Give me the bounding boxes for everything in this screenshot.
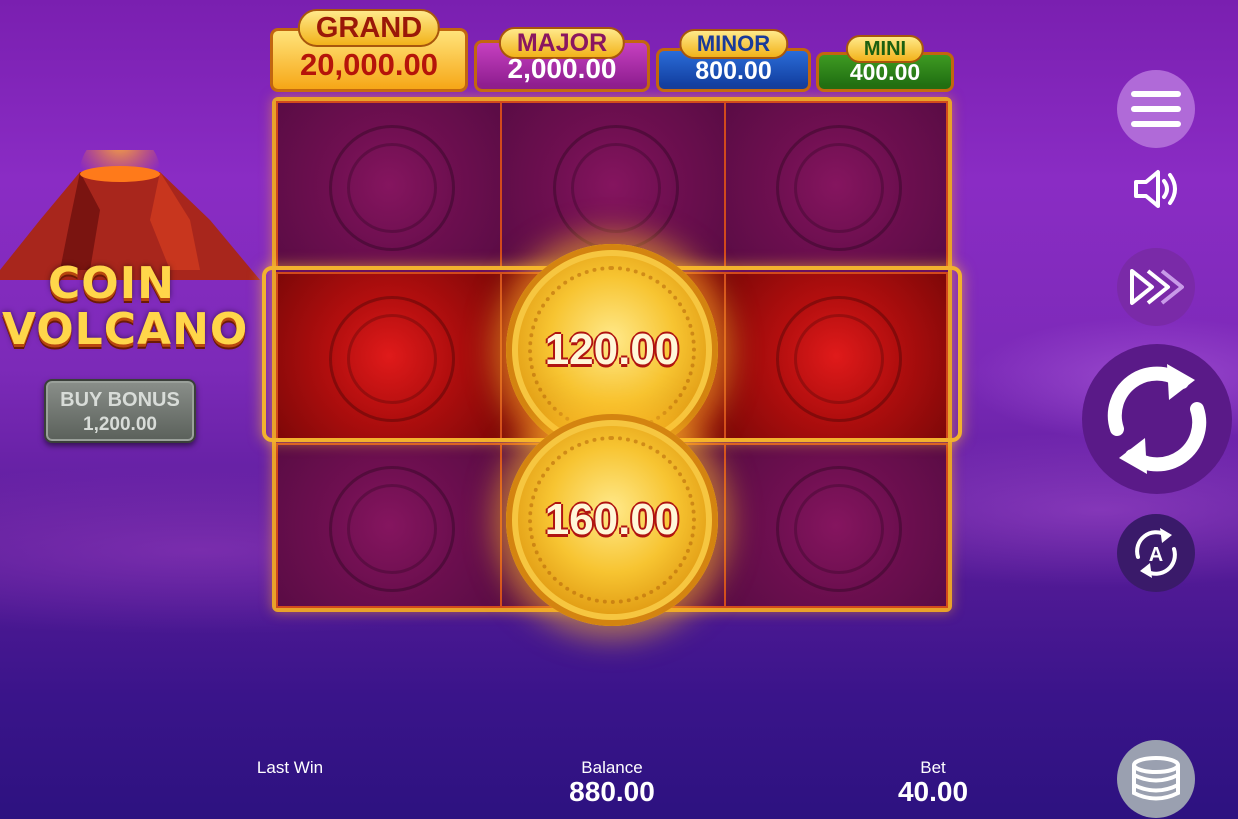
bet-display[interactable]: Bet 40.00: [880, 758, 986, 808]
spin-button[interactable]: [1082, 344, 1232, 494]
reel-cell: [276, 443, 502, 608]
turbo-button[interactable]: [1117, 248, 1195, 326]
balance-value: 880.00: [569, 776, 655, 807]
fast-forward-icon: [1130, 269, 1184, 305]
last-win-display: Last Win: [240, 758, 340, 777]
reel-cell: [724, 101, 948, 269]
jackpot-grand: GRAND 20,000.00: [270, 9, 468, 92]
jackpot-grand-label: GRAND: [297, 9, 441, 47]
balance-label: Balance: [581, 758, 643, 777]
buy-bonus-button[interactable]: BUY BONUS 1,200.00: [44, 379, 196, 443]
logo-volcano-text: VOLCANO: [2, 304, 249, 355]
jackpot-major-value: 2,000.00: [507, 53, 617, 84]
speaker-icon: [1134, 170, 1177, 208]
last-win-label: Last Win: [256, 758, 324, 777]
buy-bonus-label: BUY BONUS: [60, 389, 180, 411]
autoplay-icon: A: [1135, 528, 1177, 578]
autoplay-letter: A: [1149, 544, 1163, 566]
jackpot-minor-label: MINOR: [678, 29, 789, 59]
jackpot-grand-value: 20,000.00: [300, 47, 438, 82]
menu-button[interactable]: [1117, 70, 1195, 148]
coin-stack-icon: [1132, 756, 1180, 801]
coin-value: 120.00: [544, 325, 680, 374]
bet-settings-button[interactable]: [1117, 740, 1195, 818]
balance-display: Balance 880.00: [552, 758, 672, 808]
jackpot-minor-value: 800.00: [695, 57, 772, 85]
coin-symbol: 160.00: [506, 414, 718, 626]
hamburger-menu-icon: [1131, 91, 1181, 127]
bet-value: 40.00: [897, 776, 969, 807]
logo-coin-text: COIN: [48, 258, 175, 309]
jackpot-mini: MINI 400.00: [816, 35, 954, 92]
jackpot-minor: MINOR 800.00: [656, 29, 811, 92]
buy-bonus-price: 1,200.00: [83, 414, 157, 435]
jackpot-mini-value: 400.00: [849, 59, 921, 85]
autoplay-button[interactable]: A: [1117, 514, 1195, 592]
refresh-arrows-icon: [1107, 364, 1207, 474]
sound-button[interactable]: [1126, 164, 1186, 214]
reel-cell: [724, 443, 948, 608]
coin-value: 160.00: [544, 495, 680, 544]
bet-label: Bet: [920, 758, 946, 777]
jackpot-major: MAJOR 2,000.00: [474, 27, 650, 92]
reel-cell: [276, 101, 502, 269]
